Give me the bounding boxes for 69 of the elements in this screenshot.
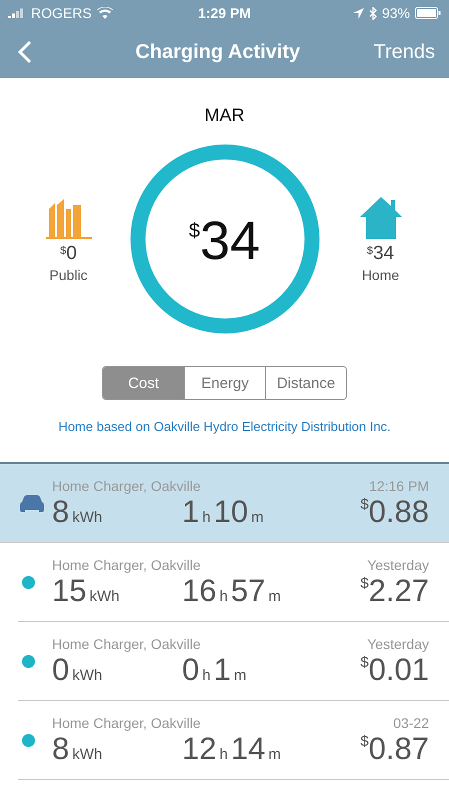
hours-value: 16 bbox=[182, 572, 216, 608]
segment-tab[interactable]: Distance bbox=[265, 367, 346, 399]
session-time: 03-22 bbox=[393, 714, 429, 730]
hours-unit: h bbox=[202, 508, 211, 526]
charger-location: Home Charger, Oakville bbox=[52, 636, 201, 652]
signal-icon bbox=[8, 8, 26, 18]
battery-percent: 93% bbox=[382, 5, 410, 21]
cost-value: 2.27 bbox=[368, 572, 429, 608]
session-row[interactable]: Home Charger, Oakville 12:16 PM 8 kWh 1 h 10 m $0.88 bbox=[0, 464, 449, 543]
screen-title: Charging Activity bbox=[134, 40, 302, 64]
minutes-value: 14 bbox=[230, 730, 266, 766]
cost-value: 0.01 bbox=[368, 652, 429, 688]
segment-tab[interactable]: Cost bbox=[103, 367, 184, 399]
energy-unit: kWh bbox=[72, 666, 102, 684]
hours-unit: h bbox=[219, 746, 228, 762]
cost-value: 0.88 bbox=[368, 494, 429, 530]
minutes-unit: m bbox=[234, 666, 246, 684]
session-time: 12:16 PM bbox=[369, 478, 429, 494]
charger-location: Home Charger, Oakville bbox=[52, 714, 201, 730]
cost-value: 0.87 bbox=[368, 730, 429, 766]
currency-symbol: $ bbox=[188, 220, 200, 243]
category-label: Public bbox=[49, 267, 88, 283]
energy-value: 15 bbox=[52, 572, 86, 608]
currency-symbol: $ bbox=[360, 574, 369, 592]
currency-symbol: $ bbox=[60, 245, 66, 257]
amount: 34 bbox=[372, 243, 394, 265]
hours-value: 1 bbox=[182, 494, 200, 530]
rate-note-link[interactable]: Home based on Oakville Hydro Electricity Distribution Inc. bbox=[58, 419, 391, 434]
carrier-name: ROGERS bbox=[31, 5, 92, 21]
charger-location: Home Charger, Oakville bbox=[52, 556, 201, 572]
currency-symbol: $ bbox=[366, 245, 373, 257]
car-icon bbox=[20, 495, 44, 512]
energy-unit: kWh bbox=[72, 746, 102, 762]
energy-unit: kWh bbox=[72, 508, 102, 526]
month-label: MAR bbox=[204, 105, 244, 126]
currency-symbol: $ bbox=[360, 654, 369, 670]
energy-value: 0 bbox=[52, 652, 70, 688]
energy-unit: kWh bbox=[89, 588, 120, 604]
hours-value: 0 bbox=[182, 652, 200, 688]
currency-symbol: $ bbox=[360, 496, 369, 512]
status-dot bbox=[22, 655, 35, 668]
back-icon[interactable] bbox=[18, 40, 32, 64]
status-dot bbox=[22, 734, 35, 747]
amount: 0 bbox=[66, 243, 77, 265]
wifi-icon bbox=[96, 7, 113, 19]
minutes-value: 57 bbox=[230, 572, 266, 608]
session-time: Yesterday bbox=[367, 636, 429, 652]
hours-unit: h bbox=[202, 666, 211, 684]
minutes-value: 10 bbox=[214, 494, 248, 530]
energy-value: 8 bbox=[52, 494, 70, 530]
total-amount: 34 bbox=[200, 214, 260, 268]
status-time: 1:29 PM bbox=[198, 5, 251, 21]
hours-value: 12 bbox=[182, 730, 216, 766]
house-icon bbox=[358, 195, 404, 239]
energy-value: 8 bbox=[52, 730, 70, 766]
minutes-unit: m bbox=[268, 588, 281, 604]
minutes-unit: m bbox=[251, 508, 264, 526]
session-time: Yesterday bbox=[367, 556, 429, 572]
hours-unit: h bbox=[219, 588, 228, 604]
location-arrow-icon bbox=[352, 8, 364, 18]
trends-link[interactable]: Trends bbox=[373, 40, 435, 64]
currency-symbol: $ bbox=[360, 732, 369, 750]
battery-icon bbox=[415, 7, 442, 19]
category-label: Home bbox=[362, 267, 400, 283]
bluetooth-icon bbox=[368, 6, 377, 20]
minutes-unit: m bbox=[268, 746, 281, 762]
minutes-value: 1 bbox=[214, 652, 231, 688]
status-dot bbox=[22, 576, 35, 589]
charger-location: Home Charger, Oakville bbox=[52, 478, 201, 494]
